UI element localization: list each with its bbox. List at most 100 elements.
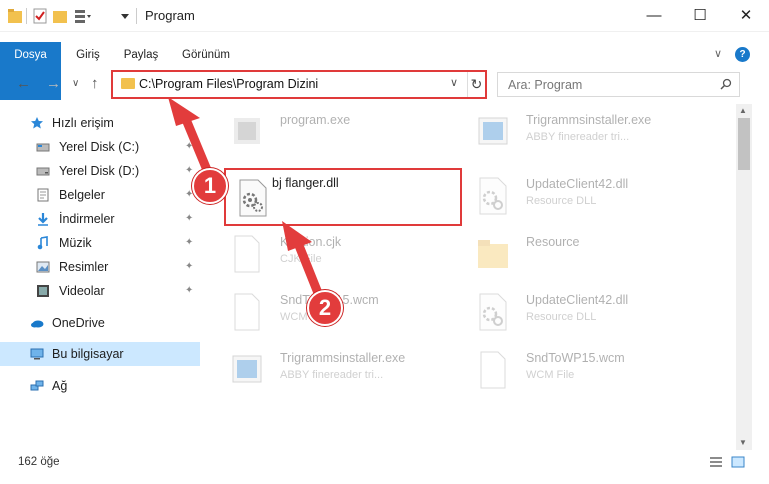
- scroll-up-icon[interactable]: ▲: [739, 106, 747, 115]
- separator: [26, 8, 27, 24]
- sidebar-item-network[interactable]: Ağ: [0, 374, 200, 398]
- separator: [136, 8, 137, 24]
- address-dropdown-button[interactable]: ∨: [450, 76, 458, 89]
- download-icon: [38, 213, 48, 226]
- new-folder-icon[interactable]: [53, 8, 67, 24]
- sidebar-item-drive-d[interactable]: Yerel Disk (D:) ✦: [0, 159, 200, 183]
- blank-file-icon: [480, 351, 506, 389]
- large-icons-view-icon[interactable]: [731, 456, 745, 468]
- dll-gear-icon: [479, 177, 507, 215]
- address-bar[interactable]: C:\Program Files\Program Dizini ∨ ↻: [111, 70, 487, 99]
- installer-icon: [232, 355, 262, 383]
- file-item[interactable]: Kontion.cjk CJK File: [220, 226, 460, 284]
- file-item[interactable]: UpdateClient42.dll Resource DLL: [466, 168, 706, 226]
- folder-icon: [121, 78, 135, 89]
- vertical-scrollbar[interactable]: ▲ ▼: [736, 104, 752, 450]
- drive-icon: [36, 143, 50, 152]
- exe-icon: [234, 118, 260, 144]
- file-name: Kontion.cjk: [280, 235, 342, 249]
- forward-button[interactable]: →: [46, 75, 61, 92]
- details-view-icon[interactable]: [709, 456, 723, 468]
- file-list: program.exe Trigrammsinstaller.exe ABBY …: [210, 104, 736, 450]
- pin-icon: ✦: [185, 261, 194, 272]
- sidebar-item-label: OneDrive: [52, 316, 105, 330]
- sidebar-item-label: Hızlı erişim: [52, 116, 114, 130]
- file-name: UpdateClient42.dll: [526, 293, 629, 307]
- properties-icon[interactable]: [33, 8, 47, 24]
- minimize-button[interactable]: —: [631, 0, 677, 32]
- blank-file-icon: [234, 293, 260, 331]
- video-icon: [37, 285, 49, 297]
- ribbon-tabs: Dosya Giriş Paylaş Görünüm ∨: [0, 42, 769, 100]
- network-icon: [30, 380, 44, 391]
- sidebar-item-label: İndirmeler: [59, 212, 115, 226]
- dll-gear-icon: [239, 179, 267, 217]
- pin-icon: ✦: [185, 213, 194, 224]
- search-placeholder: Ara: Program: [508, 78, 583, 92]
- file-item[interactable]: program.exe: [220, 104, 460, 162]
- step-1-badge: 1: [192, 168, 228, 204]
- sidebar-item-label: Yerel Disk (D:): [59, 164, 140, 178]
- file-description: ABBY finereader tri...: [280, 369, 384, 381]
- pin-icon: ✦: [185, 237, 194, 248]
- file-item[interactable]: UpdateClient42.dll Resource DLL: [466, 284, 706, 342]
- sidebar-item-label: Bu bilgisayar: [52, 347, 124, 361]
- sidebar-item-label: Resimler: [59, 260, 109, 274]
- sidebar-item-quick-access[interactable]: Hızlı erişim: [0, 111, 200, 135]
- scroll-down-icon[interactable]: ▼: [739, 438, 747, 447]
- chevron-down-icon[interactable]: [120, 8, 130, 24]
- sidebar-item-this-pc[interactable]: Bu bilgisayar: [0, 342, 200, 366]
- recent-locations-button[interactable]: ∨: [72, 78, 79, 89]
- file-item[interactable]: Trigrammsinstaller.exe ABBY finereader t…: [220, 342, 460, 400]
- file-name: SndToWP15.wcm: [526, 351, 625, 365]
- file-description: ABBY finereader tri...: [526, 131, 630, 143]
- file-item[interactable]: Resource: [466, 226, 706, 284]
- maximize-button[interactable]: ☐: [677, 0, 723, 32]
- file-name: Trigrammsinstaller.exe: [280, 351, 406, 365]
- ribbon-expand-button[interactable]: ∨: [714, 47, 722, 60]
- pin-icon: ✦: [185, 165, 194, 176]
- folder-icon: [478, 240, 508, 268]
- item-count: 162 öğe: [18, 456, 60, 468]
- tab-view[interactable]: Görünüm: [175, 42, 237, 68]
- sidebar-item-drive-c[interactable]: Yerel Disk (C:) ✦: [0, 135, 200, 159]
- picture-icon: [36, 261, 50, 273]
- tab-home[interactable]: Giriş: [66, 42, 110, 68]
- sidebar-item-pictures[interactable]: Resimler ✦: [0, 255, 200, 279]
- search-input[interactable]: Ara: Program: [497, 72, 740, 97]
- file-item[interactable]: SndToWP15.wcm WCM File: [466, 342, 706, 400]
- tab-share[interactable]: Paylaş: [118, 42, 164, 68]
- refresh-button[interactable]: ↻: [467, 72, 485, 97]
- close-button[interactable]: ✕: [723, 0, 769, 32]
- file-description: Resource DLL: [526, 195, 597, 207]
- sidebar-item-downloads[interactable]: İndirmeler ✦: [0, 207, 200, 231]
- sidebar-item-music[interactable]: Müzik ✦: [0, 231, 200, 255]
- computer-icon: [30, 348, 44, 360]
- sidebar-item-documents[interactable]: Belgeler ✦: [0, 183, 200, 207]
- up-button[interactable]: ↑: [91, 75, 99, 92]
- folder-icon[interactable]: [8, 8, 22, 24]
- file-description: WCM File: [526, 369, 575, 381]
- file-name: Resource: [526, 235, 580, 249]
- scroll-thumb[interactable]: [738, 118, 750, 170]
- star-icon: [31, 117, 43, 129]
- address-path[interactable]: C:\Program Files\Program Dizini: [139, 77, 318, 91]
- file-name: bj flanger.dll: [272, 176, 339, 190]
- sidebar-item-label: Yerel Disk (C:): [59, 140, 140, 154]
- sidebar-item-onedrive[interactable]: OneDrive: [0, 311, 200, 335]
- sidebar-item-videos[interactable]: Videolar ✦: [0, 279, 200, 303]
- help-button[interactable]: ?: [735, 47, 750, 62]
- file-item[interactable]: Trigrammsinstaller.exe ABBY finereader t…: [466, 104, 706, 162]
- pin-icon: ✦: [185, 141, 194, 152]
- back-button[interactable]: ←: [16, 75, 31, 92]
- drive-icon: [36, 167, 50, 176]
- file-name: program.exe: [280, 113, 351, 127]
- sidebar-item-label: Ağ: [52, 379, 68, 393]
- quick-access-customize-icon[interactable]: [75, 8, 95, 24]
- sidebar-item-label: Belgeler: [59, 188, 105, 202]
- cloud-icon: [31, 320, 44, 328]
- music-icon: [37, 236, 48, 250]
- file-item-selected[interactable]: bj flanger.dll: [224, 168, 462, 226]
- status-bar: 162 öğe: [0, 450, 769, 484]
- search-icon[interactable]: [720, 78, 732, 90]
